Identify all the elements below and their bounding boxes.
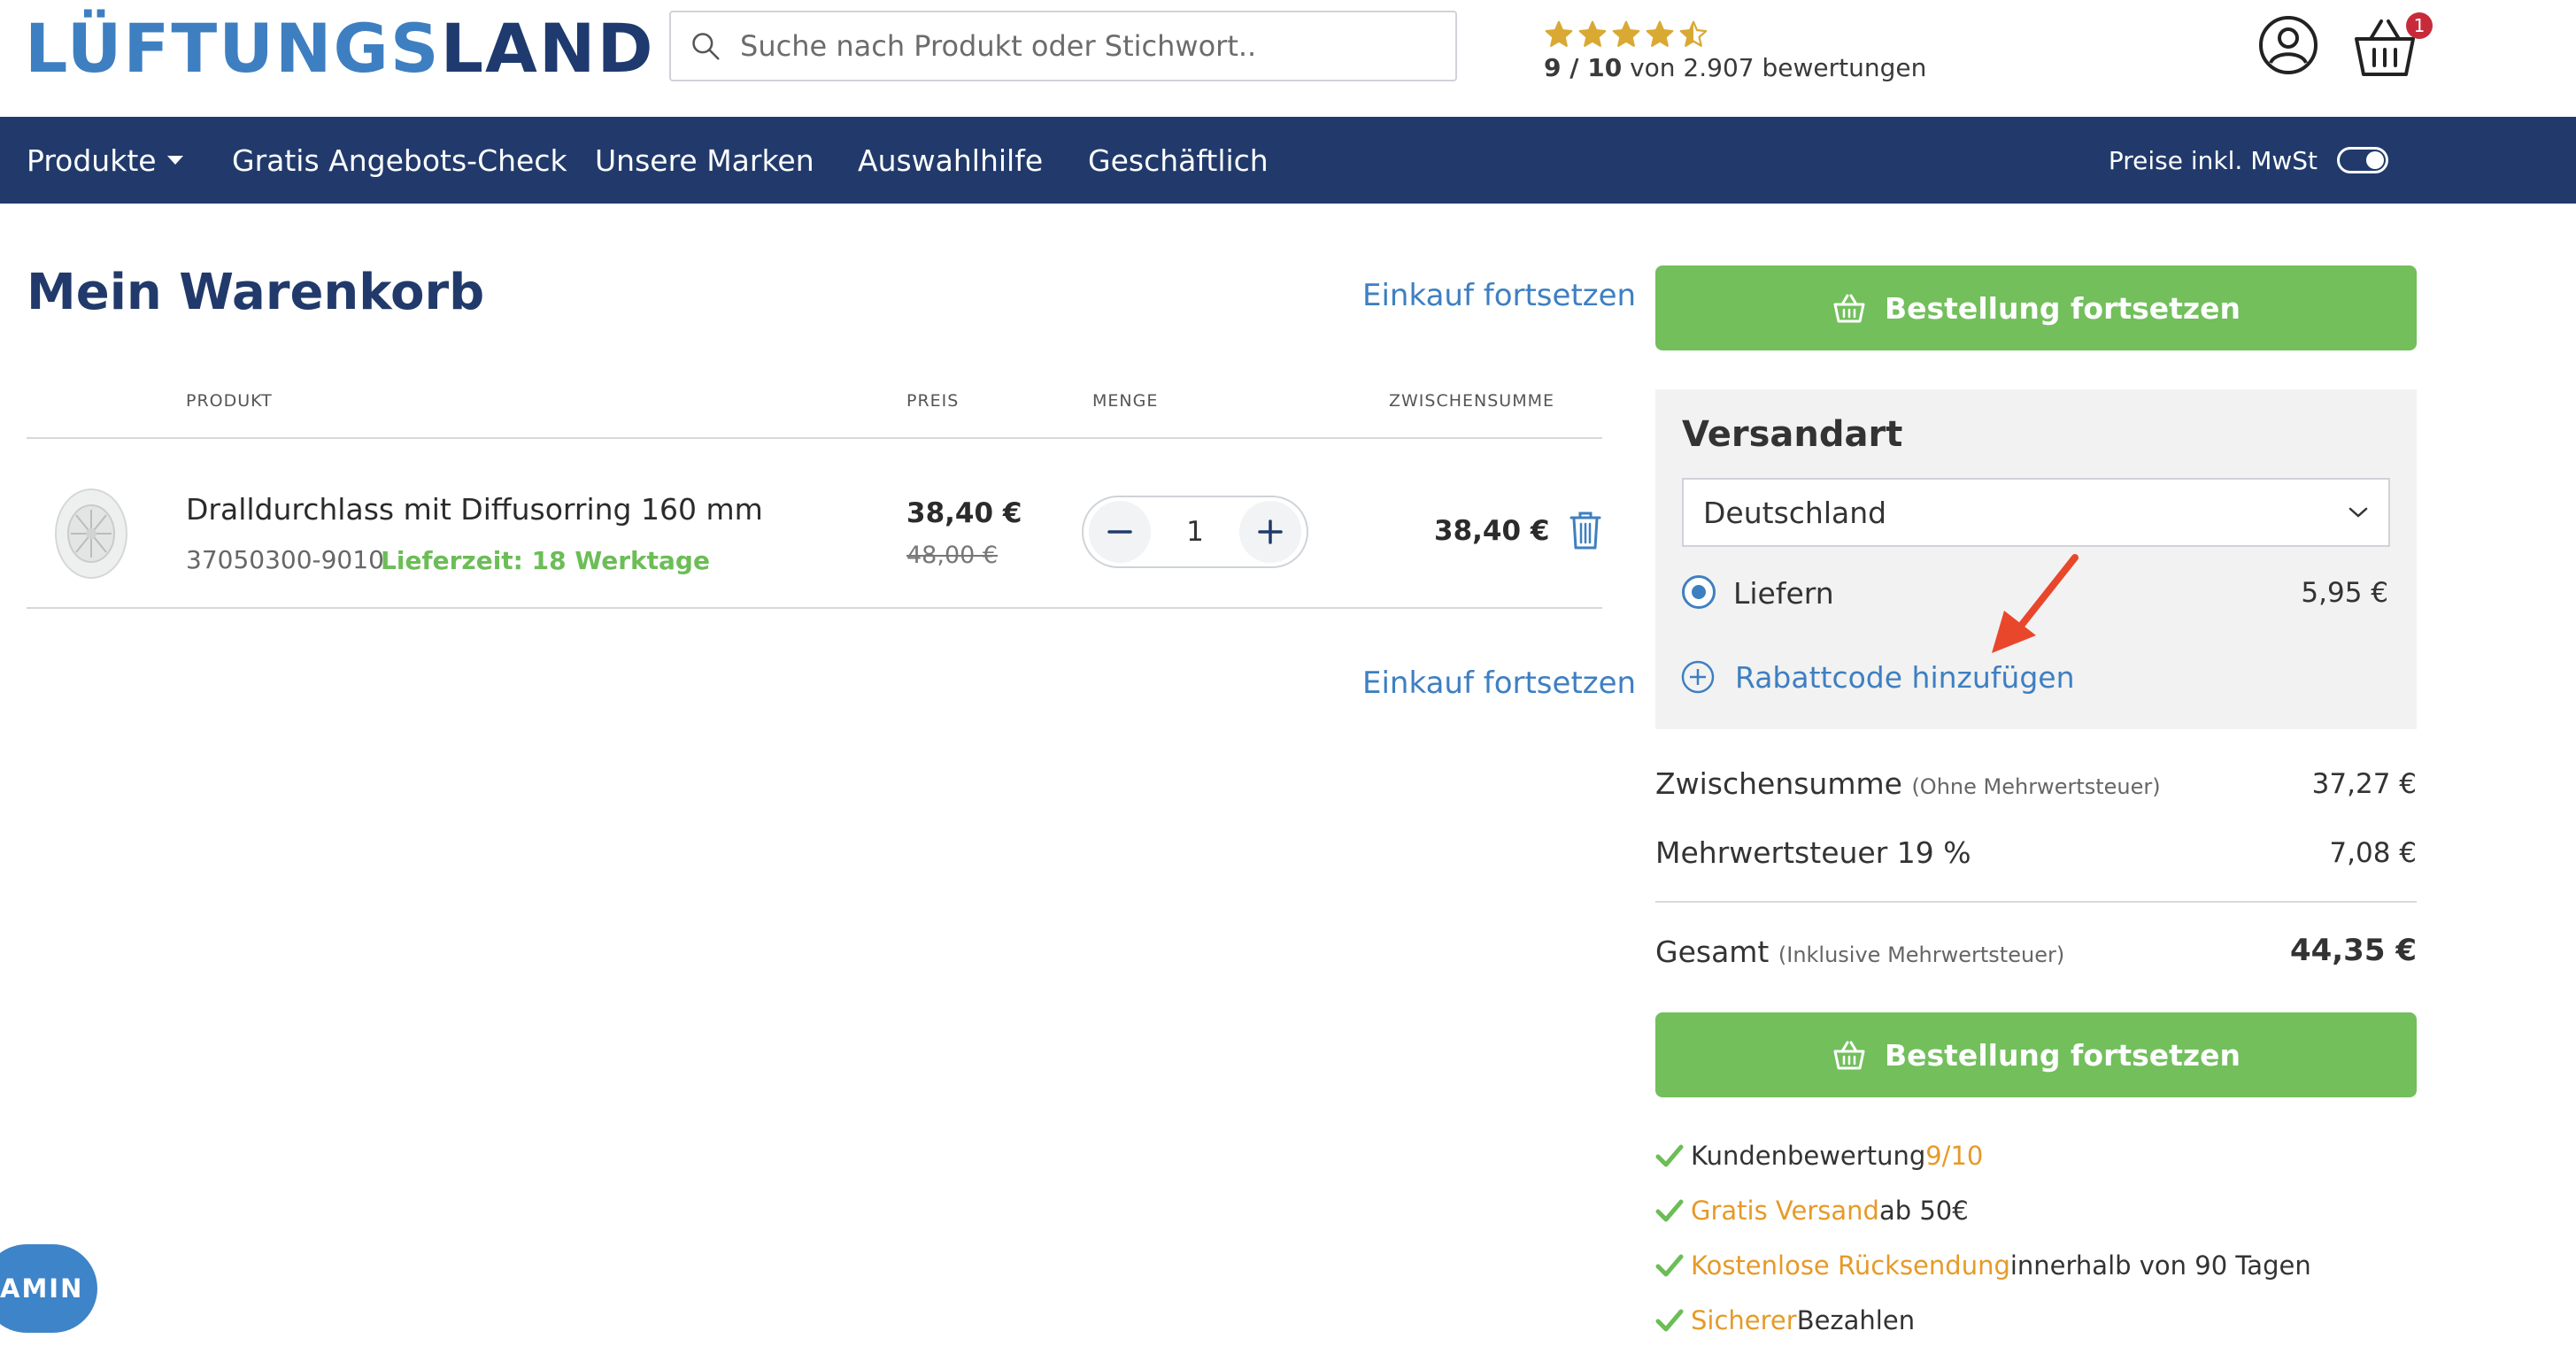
product-name[interactable]: Dralldurchlass mit Diffusorring 160 mm [186, 492, 763, 527]
check-icon [1655, 1199, 1684, 1222]
summary-divider [1655, 901, 2417, 903]
nav-item-angebots-check[interactable]: Gratis Angebots-Check [232, 117, 567, 204]
basket-icon [1833, 1041, 1865, 1070]
check-icon [1655, 1309, 1684, 1332]
old-price: 48,00 € [906, 542, 999, 569]
add-coupon-link[interactable]: Rabattcode hinzufügen [1680, 659, 2074, 695]
add-coupon-label: Rabattcode hinzufügen [1735, 659, 2075, 695]
search-box[interactable] [669, 11, 1457, 81]
usp-item: Kostenlose Rücksendung innerhalb von 90 … [1655, 1238, 2311, 1293]
star-half-icon [1679, 20, 1708, 47]
unit-price: 38,40 € [906, 497, 1022, 529]
total-label: Gesamt (Inklusive Mehrwertsteuer) [1655, 935, 2064, 969]
quantity-stepper: 1 [1082, 496, 1308, 568]
qty-value[interactable]: 1 [1186, 516, 1204, 548]
minus-icon [1107, 530, 1132, 534]
search-input[interactable] [740, 29, 1431, 63]
site-logo[interactable]: LÜFTUNGS LAND [25, 9, 655, 88]
country-value: Deutschland [1703, 495, 1887, 530]
floating-chat-button[interactable]: AMIN [0, 1244, 97, 1333]
col-header-product: PRODUKT [186, 391, 273, 411]
usp-highlight[interactable]: Gratis Versand [1691, 1196, 1879, 1226]
continue-shopping-link-top[interactable]: Einkauf fortsetzen [1362, 278, 1636, 313]
usp-text: Bezahlen [1796, 1305, 1916, 1335]
vat-label: Preise inkl. MwSt [2108, 145, 2318, 175]
checkout-button-label: Bestellung fortsetzen [1884, 290, 2241, 326]
logo-part1: LÜFTUNGS [25, 8, 441, 88]
star-full-icon [1545, 20, 1573, 47]
row-subtotal: 38,40 € [1434, 515, 1550, 547]
vat-row-label: Mehrwertsteuer 19 % [1655, 835, 1971, 870]
country-select[interactable]: Deutschland [1682, 478, 2390, 547]
usp-item: Gratis Versand ab 50€ [1655, 1183, 2311, 1238]
vat-switch[interactable]: Preise inkl. MwSt [2109, 117, 2388, 204]
usp-highlight[interactable]: Kostenlose Rücksendung [1691, 1250, 2010, 1281]
rating-stars [1544, 19, 1926, 50]
qty-increase-button[interactable] [1238, 501, 1301, 563]
nav-item-marken[interactable]: Unsere Marken [595, 117, 814, 204]
shipping-option-label[interactable]: Liefern [1733, 576, 1834, 611]
col-header-qty: MENGE [1092, 391, 1159, 411]
subtotal-label: Zwischensumme (Ohne Mehrwertsteuer) [1655, 766, 2161, 801]
product-thumbnail[interactable] [51, 485, 131, 582]
logo-part2: LAND [440, 8, 655, 88]
usp-highlight: 9/10 [1925, 1141, 1984, 1171]
total-value: 44,35 € [2289, 933, 2417, 968]
usp-highlight[interactable]: Sicherer [1691, 1305, 1797, 1335]
caret-down-icon [166, 156, 183, 165]
total-note: (Inklusive Mehrwertsteuer) [1778, 942, 2065, 967]
subtotal-label-text: Zwischensumme [1655, 766, 1902, 801]
checkout-button-top[interactable]: Bestellung fortsetzen [1655, 265, 2417, 350]
rating-score: 9 / 10 [1544, 53, 1623, 82]
star-full-icon [1612, 20, 1640, 47]
nav-label-produkte: Produkte [27, 142, 157, 178]
nav-item-geschaeftlich[interactable]: Geschäftlich [1088, 117, 1269, 204]
subtotal-value: 37,27 € [2311, 768, 2417, 800]
basket-count-badge: 1 [2406, 12, 2433, 39]
continue-shopping-link-bottom[interactable]: Einkauf fortsetzen [1362, 665, 1636, 701]
vat-value: 7,08 € [2329, 837, 2417, 869]
total-label-text: Gesamt [1655, 935, 1770, 969]
annotation-arrow-icon [1992, 554, 2079, 653]
col-header-price: PREIS [906, 391, 960, 411]
basket-icon [1833, 294, 1865, 323]
qty-decrease-button[interactable] [1089, 501, 1151, 563]
check-icon [1655, 1254, 1684, 1277]
shipping-radio-liefern[interactable] [1682, 575, 1716, 609]
rating-count: von 2.907 bewertungen [1622, 53, 1927, 82]
col-header-subtotal: ZWISCHENSUMME [1389, 391, 1554, 411]
usp-item: Sicherer Bezahlen [1655, 1293, 2311, 1348]
nav-item-auswahlhilfe[interactable]: Auswahlhilfe [858, 117, 1043, 204]
usp-text: ab 50€ [1878, 1196, 1969, 1226]
trash-icon[interactable] [1569, 510, 1602, 550]
search-icon [692, 33, 720, 60]
star-full-icon [1646, 20, 1674, 47]
rating-widget[interactable]: 9 / 10 von 2.907 bewertungen [1544, 19, 1926, 82]
usp-list: Kundenbewertung 9/10 Gratis Versand ab 5… [1655, 1128, 2311, 1348]
table-divider-bottom [27, 607, 1602, 609]
subtotal-note: (Ohne Mehrwertsteuer) [1911, 774, 2161, 799]
product-sku: 37050300-9010 [186, 545, 384, 574]
chevron-down-icon [2348, 507, 2368, 518]
checkout-button-label: Bestellung fortsetzen [1884, 1037, 2241, 1073]
usp-text: innerhalb von 90 Tagen [2009, 1250, 2311, 1281]
account-icon[interactable] [2257, 14, 2319, 76]
shipping-title: Versandart [1682, 414, 1903, 455]
main-nav: Produkte Gratis Angebots-Check Unsere Ma… [0, 117, 2576, 204]
star-full-icon [1578, 20, 1607, 47]
plus-icon [1258, 519, 1283, 544]
usp-text: Kundenbewertung [1691, 1141, 1926, 1171]
checkout-button-bottom[interactable]: Bestellung fortsetzen [1655, 1012, 2417, 1097]
delivery-time: Lieferzeit: 18 Werktage [381, 546, 710, 575]
check-icon [1655, 1144, 1684, 1167]
rating-text: 9 / 10 von 2.907 bewertungen [1544, 53, 1926, 82]
shipping-price: 5,95 € [2301, 577, 2388, 609]
vat-toggle[interactable] [2337, 147, 2388, 173]
usp-item: Kundenbewertung 9/10 [1655, 1128, 2311, 1183]
plus-circle-icon [1681, 660, 1715, 694]
nav-item-produkte[interactable]: Produkte [27, 117, 185, 204]
page-title: Mein Warenkorb [27, 264, 485, 321]
